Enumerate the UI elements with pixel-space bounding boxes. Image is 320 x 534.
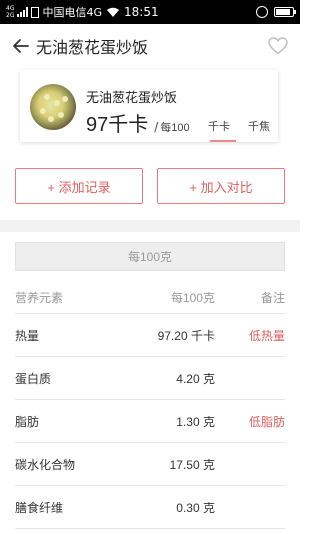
table-row: 膳食纤维 0.30 克 xyxy=(15,486,285,529)
section-divider xyxy=(0,220,300,232)
food-summary-card: 无油葱花蛋炒饭 97千卡 / 每100 千卡 千焦 xyxy=(20,70,278,142)
unit-toggle-kcal[interactable]: 千卡 xyxy=(208,118,230,134)
add-record-button[interactable]: + 添加记录 xyxy=(15,168,143,204)
signal-bottom-label: 2G xyxy=(6,12,15,19)
nutrient-value: 4.20 克 xyxy=(176,371,215,386)
clock-time: 18:51 xyxy=(124,5,159,19)
signal-top-label: 4G xyxy=(6,5,15,12)
carrier-label: 中国电信4G xyxy=(42,6,102,19)
alarm-icon xyxy=(256,6,268,18)
per-unit-label: 每100 xyxy=(160,122,190,134)
table-row: 热量 97.20 千卡 低热量 xyxy=(15,314,285,357)
header-nutrient: 营养元素 xyxy=(15,291,64,305)
nutrient-name: 碳水化合物 xyxy=(15,457,76,472)
page-header: 无油葱花蛋炒饭 xyxy=(0,24,300,68)
separator: / xyxy=(154,120,159,134)
calorie-summary: 97千卡 / 每100 xyxy=(86,108,190,137)
table-row: 脂肪 1.30 克 低脂肪 xyxy=(15,400,285,443)
nutrient-note: 低脂肪 xyxy=(248,414,285,429)
page-title: 无油葱花蛋炒饭 xyxy=(36,40,149,57)
nutrient-note: 低热量 xyxy=(248,328,285,343)
food-photo xyxy=(30,84,76,130)
table-row: 蛋白质 4.20 克 xyxy=(15,357,285,400)
tab-per-100g[interactable]: 每100克 xyxy=(15,242,285,271)
nutrient-value: 17.50 克 xyxy=(169,457,215,472)
nutrient-value: 1.30 克 xyxy=(176,414,215,429)
nutrient-name: 热量 xyxy=(15,328,40,343)
table-header: 营养元素 每100克 备注 xyxy=(15,282,285,314)
nutrient-name: 蛋白质 xyxy=(15,371,52,386)
network-type-indicator: 4G 2G xyxy=(6,5,14,19)
wifi-icon xyxy=(107,7,119,17)
header-note: 备注 xyxy=(260,291,285,305)
unit-toggle-kj[interactable]: 千焦 xyxy=(248,118,270,134)
add-compare-button[interactable]: + 加入对比 xyxy=(157,168,285,204)
status-bar: 4G 2G 中国电信4G 18:51 xyxy=(0,0,300,24)
food-name: 无油葱花蛋炒饭 xyxy=(86,90,178,105)
unit-toggle-indicator xyxy=(210,140,236,142)
header-per100: 每100克 xyxy=(170,291,215,305)
favorite-heart-icon[interactable] xyxy=(268,37,288,55)
signal-strength-icon xyxy=(17,7,29,17)
nutrient-name: 膳食纤维 xyxy=(15,500,64,515)
nutrient-name: 脂肪 xyxy=(15,414,40,429)
nutrient-value: 0.30 克 xyxy=(176,500,215,515)
sim-card-icon xyxy=(31,6,40,18)
table-row: 碳水化合物 17.50 克 xyxy=(15,443,285,486)
nutrient-value: 97.20 千卡 xyxy=(157,328,215,343)
back-arrow-icon[interactable] xyxy=(12,37,30,55)
battery-icon xyxy=(274,7,296,17)
calorie-value: 97千卡 xyxy=(86,114,149,136)
nutrition-table: 营养元素 每100克 备注 热量 97.20 千卡 低热量 蛋白质 4.20 克… xyxy=(15,282,285,529)
